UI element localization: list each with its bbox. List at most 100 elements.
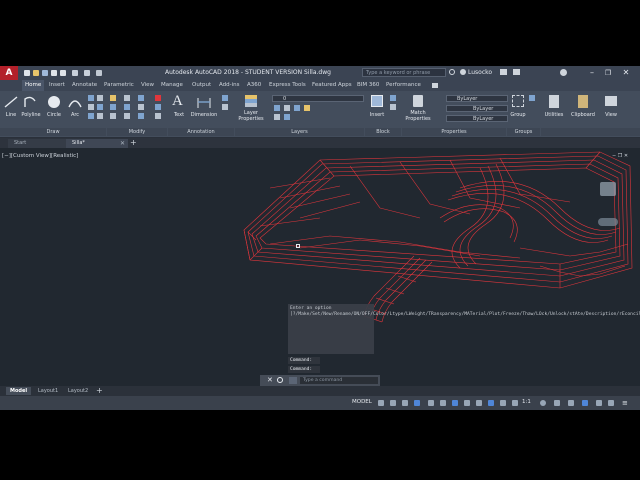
drawing-viewport[interactable]: [−][Custom View][Realistic] − ❐ ✕ Enter … [0,148,640,386]
user-name[interactable]: Lusocko [468,69,492,76]
utilities-tool[interactable]: Utilities [542,93,566,121]
isolate-objects-icon[interactable] [582,400,588,406]
layer-match-icon[interactable] [274,114,280,120]
save-as-icon[interactable] [51,70,57,76]
close-button[interactable]: ✕ [620,67,632,79]
tab-annotate[interactable]: Annotate [69,80,100,91]
new-tab-button[interactable]: + [130,138,137,147]
units-icon[interactable] [568,400,574,406]
tab-featured-apps[interactable]: Featured Apps [309,80,355,91]
autocad-logo[interactable]: A [0,66,18,80]
arc-tool[interactable]: Arc [66,93,84,121]
model-space-toggle[interactable]: MODEL [352,399,372,405]
boundary-icon[interactable] [97,113,103,119]
tab-manage[interactable]: Manage [158,80,186,91]
layer-lock-icon[interactable] [284,114,290,120]
open-file-icon[interactable] [33,70,39,76]
close-command-icon[interactable]: ✕ [267,376,273,384]
isodraft-icon[interactable] [428,400,434,406]
otrack-icon[interactable] [452,400,458,406]
rectangle-icon[interactable] [88,95,94,101]
annotation-scale-icon[interactable] [500,400,506,406]
linetype-dropdown[interactable]: ByLayer [446,115,508,122]
array-icon[interactable] [138,113,144,119]
annotation-visibility-icon[interactable] [512,400,518,406]
lineweight-dropdown[interactable]: ByLayer [446,105,508,112]
maximize-button[interactable]: ❐ [602,67,614,79]
rotate-icon[interactable] [110,104,116,110]
search-icon[interactable] [449,69,455,75]
exchange-icon[interactable] [513,69,520,75]
panel-layers[interactable]: Layers [235,128,364,136]
trim-icon[interactable] [110,113,116,119]
region-icon[interactable] [88,113,94,119]
text-tool[interactable]: A Text [170,93,188,121]
share-icon[interactable] [96,70,102,76]
transparency-icon[interactable] [476,400,482,406]
tab-output[interactable]: Output [189,80,214,91]
mirror-icon[interactable] [124,104,130,110]
tab-layout1[interactable]: Layout1 [34,387,62,395]
customization-menu-icon[interactable]: ≡ [622,399,628,407]
tab-layout2[interactable]: Layout2 [64,387,92,395]
panel-annotation[interactable]: Annotation [168,128,234,136]
workspace-gear-icon[interactable] [540,400,546,406]
spline-icon[interactable] [97,95,103,101]
copy-icon[interactable] [124,95,130,101]
clean-screen-icon[interactable] [608,400,614,406]
ortho-icon[interactable] [402,400,408,406]
new-file-icon[interactable] [24,70,30,76]
tab-start[interactable]: Start [8,139,68,148]
erase-icon[interactable] [155,95,161,101]
cart-icon[interactable] [500,69,507,75]
panel-block[interactable]: Block [365,128,401,136]
osnap-icon[interactable] [440,400,446,406]
tab-add-ins[interactable]: Add-ins [216,80,243,91]
add-layout-icon[interactable]: + [96,386,103,395]
ellipse-icon[interactable] [97,104,103,110]
polyline-tool[interactable]: Polyline [20,93,42,121]
ribbon-toggle-icon[interactable] [432,83,438,88]
move-icon[interactable] [110,95,116,101]
match-properties-tool[interactable]: Match Properties [404,93,432,123]
viewcube-icon[interactable] [600,182,616,196]
undo-icon[interactable] [72,70,78,76]
panel-draw[interactable]: Draw [0,128,106,136]
layer-off-icon[interactable] [304,105,310,111]
circle-tool[interactable]: Circle [44,93,64,121]
print-icon[interactable] [60,70,66,76]
table-icon[interactable] [222,104,228,110]
tab-view[interactable]: View [138,80,157,91]
tab-express-tools[interactable]: Express Tools [266,80,309,91]
tab-insert[interactable]: Insert [46,80,68,91]
tab-performance[interactable]: Performance [383,80,424,91]
panel-groups[interactable]: Groups [507,128,540,136]
view-tool[interactable]: View [600,93,622,121]
clipboard-tool[interactable]: Clipboard [568,93,598,121]
tab-bim-360[interactable]: BIM 360 [354,80,382,91]
insert-tool[interactable]: Insert [366,93,388,121]
navbar-icon[interactable] [598,218,618,226]
selection-cycling-icon[interactable] [488,400,494,406]
save-icon[interactable] [42,70,48,76]
annotation-monitor-icon[interactable] [554,400,560,406]
hatch-icon[interactable] [88,104,94,110]
tab-silla-close-icon[interactable]: ✕ [120,140,125,147]
help-icon[interactable] [560,69,567,76]
customize-command-icon[interactable] [277,377,283,383]
command-input[interactable]: Type a command [300,377,378,384]
minimize-button[interactable]: – [586,67,598,79]
panel-properties[interactable]: Properties [402,128,506,136]
dimension-tool[interactable]: Dimension [190,93,218,121]
tab-parametric[interactable]: Parametric [101,80,137,91]
offset-icon[interactable] [155,113,161,119]
create-block-icon[interactable] [390,95,396,101]
ungroup-icon[interactable] [529,95,535,101]
snap-icon[interactable] [390,400,396,406]
stretch-icon[interactable] [138,95,144,101]
tab-home[interactable]: Home [22,80,45,91]
scale-icon[interactable] [138,104,144,110]
layer-freeze-icon[interactable] [294,105,300,111]
polar-icon[interactable] [414,400,420,406]
leader-icon[interactable] [222,95,228,101]
